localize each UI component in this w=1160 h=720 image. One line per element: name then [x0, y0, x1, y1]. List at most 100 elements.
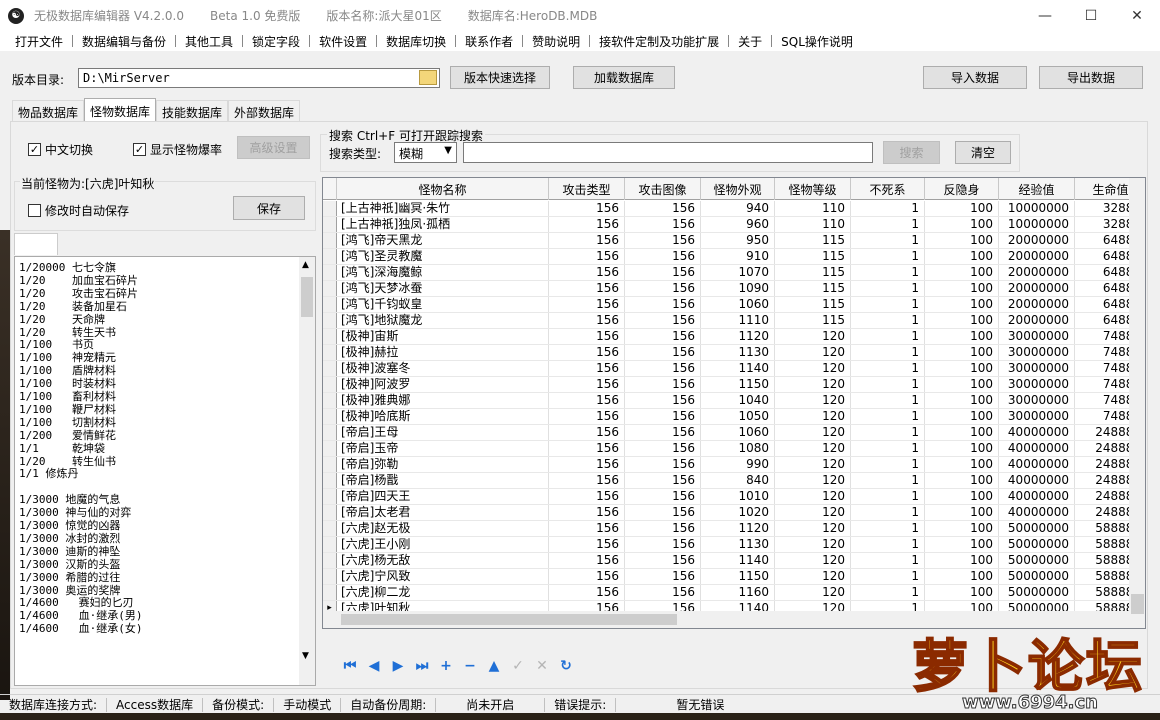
table-cell[interactable]: 990 — [701, 457, 775, 472]
close-button[interactable]: ✕ — [1114, 0, 1160, 31]
column-header[interactable]: 不死系 — [851, 178, 925, 200]
table-cell[interactable]: 100 — [925, 489, 999, 504]
table-cell[interactable]: 156 — [625, 265, 701, 280]
table-cell[interactable]: 156 — [625, 505, 701, 520]
table-row[interactable]: [帝启]四天王 156 156 1010 120 1 100 40000000 248888 — [323, 489, 1145, 505]
autosave-checkbox[interactable]: 修改时自动保存 — [28, 202, 129, 219]
table-cell[interactable]: 100 — [925, 569, 999, 584]
table-cell[interactable]: 50000000 — [999, 553, 1075, 568]
search-button[interactable]: 搜索 — [883, 141, 940, 164]
table-row[interactable]: [鸿飞]帝天黑龙 156 156 950 115 1 100 20000000 64888 — [323, 233, 1145, 249]
table-row[interactable]: [鸿飞]深海魔鲸 156 156 1070 115 1 100 20000000 64888 — [323, 265, 1145, 281]
refresh-icon[interactable]: ↻ — [556, 656, 576, 676]
table-row[interactable]: [帝启]太老君 156 156 1020 120 1 100 40000000 248888 — [323, 505, 1145, 521]
table-cell[interactable]: 115 — [775, 297, 851, 312]
table-cell[interactable]: 20000000 — [999, 265, 1075, 280]
search-input[interactable] — [463, 142, 873, 163]
table-cell[interactable]: 156 — [549, 345, 625, 360]
table-cell[interactable]: 1 — [851, 249, 925, 264]
table-cell[interactable]: 156 — [625, 329, 701, 344]
save-button[interactable]: 保存 — [233, 196, 305, 220]
table-cell[interactable]: 120 — [775, 505, 851, 520]
table-cell[interactable]: 1 — [851, 377, 925, 392]
table-cell[interactable]: 100 — [925, 361, 999, 376]
arrow-down-icon[interactable]: ▼ — [302, 651, 309, 661]
minimize-button[interactable]: — — [1022, 0, 1068, 31]
next-icon[interactable]: ▶ — [388, 656, 408, 676]
load-db-button[interactable]: 加载数据库 — [573, 66, 675, 89]
table-cell[interactable]: 156 — [625, 297, 701, 312]
table-cell[interactable]: 40000000 — [999, 425, 1075, 440]
table-cell[interactable]: 1120 — [701, 521, 775, 536]
table-cell[interactable]: 1 — [851, 553, 925, 568]
row-indicator[interactable] — [323, 201, 337, 216]
table-row[interactable]: [六虎]王小刚 156 156 1130 120 1 100 50000000 588888 — [323, 537, 1145, 553]
table-cell[interactable]: 950 — [701, 233, 775, 248]
table-cell[interactable]: 110 — [775, 201, 851, 216]
table-cell[interactable]: 120 — [775, 393, 851, 408]
table-cell[interactable]: 120 — [775, 489, 851, 504]
table-cell[interactable]: 156 — [549, 217, 625, 232]
table-cell[interactable]: 40000000 — [999, 489, 1075, 504]
table-cell[interactable]: 120 — [775, 377, 851, 392]
row-indicator[interactable] — [323, 537, 337, 552]
delete-icon[interactable]: − — [460, 656, 480, 676]
menu-item[interactable]: 锁定字段 — [243, 33, 309, 50]
table-cell[interactable]: [帝启]杨戬 — [337, 473, 549, 488]
table-cell[interactable]: 100 — [925, 473, 999, 488]
table-cell[interactable]: 50000000 — [999, 569, 1075, 584]
table-cell[interactable]: 40000000 — [999, 473, 1075, 488]
table-cell[interactable]: 156 — [549, 473, 625, 488]
quick-select-button[interactable]: 版本快速选择 — [450, 66, 550, 89]
table-cell[interactable]: 156 — [625, 569, 701, 584]
table-cell[interactable]: 40000000 — [999, 505, 1075, 520]
table-cell[interactable]: 100 — [925, 521, 999, 536]
table-cell[interactable]: 100 — [925, 297, 999, 312]
table-row[interactable]: [极神]波塞冬 156 156 1140 120 1 100 30000000 74888 — [323, 361, 1145, 377]
table-cell[interactable]: 1 — [851, 265, 925, 280]
table-cell[interactable]: 1070 — [701, 265, 775, 280]
table-cell[interactable]: 1 — [851, 505, 925, 520]
table-cell[interactable]: 1140 — [701, 553, 775, 568]
table-cell[interactable]: [帝启]玉帝 — [337, 441, 549, 456]
table-cell[interactable]: 1130 — [701, 537, 775, 552]
table-cell[interactable]: 156 — [549, 553, 625, 568]
monster-grid[interactable]: 怪物名称 攻击类型 攻击图像 怪物外观 怪物等级 不死系 反隐身 经验值 生命值 [上古神祇]幽… — [322, 177, 1146, 629]
row-indicator[interactable] — [323, 393, 337, 408]
table-cell[interactable]: 100 — [925, 585, 999, 600]
table-cell[interactable]: 156 — [549, 313, 625, 328]
table-cell[interactable]: 115 — [775, 233, 851, 248]
table-cell[interactable]: 100 — [925, 441, 999, 456]
tab-skills[interactable]: 技能数据库 — [156, 100, 229, 121]
column-header[interactable]: 攻击图像 — [625, 178, 701, 200]
edit-icon[interactable]: ▲ — [484, 656, 504, 676]
table-row[interactable]: [六虎]杨无敌 156 156 1140 120 1 100 50000000 588888 — [323, 553, 1145, 569]
table-cell[interactable]: 1 — [851, 521, 925, 536]
insert-icon[interactable]: + — [436, 656, 456, 676]
table-cell[interactable]: 40000000 — [999, 457, 1075, 472]
table-cell[interactable]: 156 — [625, 201, 701, 216]
table-cell[interactable]: 940 — [701, 201, 775, 216]
table-cell[interactable]: 156 — [549, 377, 625, 392]
menu-item[interactable]: 联系作者 — [456, 33, 522, 50]
table-cell[interactable]: 1 — [851, 585, 925, 600]
table-cell[interactable]: [极神]哈底斯 — [337, 409, 549, 424]
table-cell[interactable]: 1020 — [701, 505, 775, 520]
menu-item[interactable]: SQL操作说明 — [772, 33, 862, 50]
table-row[interactable]: [鸿飞]圣灵教魔 156 156 910 115 1 100 20000000 64888 — [323, 249, 1145, 265]
table-cell[interactable]: 100 — [925, 537, 999, 552]
tab-items[interactable]: 物品数据库 — [12, 100, 85, 121]
table-cell[interactable]: 1140 — [701, 361, 775, 376]
table-cell[interactable]: 1050 — [701, 409, 775, 424]
table-cell[interactable]: 156 — [549, 329, 625, 344]
table-cell[interactable]: 156 — [625, 457, 701, 472]
table-cell[interactable]: 120 — [775, 329, 851, 344]
table-row[interactable]: [帝启]王母 156 156 1060 120 1 100 40000000 248888 — [323, 425, 1145, 441]
table-cell[interactable]: [上古神祇]独凤·孤栖 — [337, 217, 549, 232]
table-cell[interactable]: 1 — [851, 345, 925, 360]
table-cell[interactable]: 156 — [625, 489, 701, 504]
table-cell[interactable]: 1 — [851, 361, 925, 376]
row-indicator[interactable] — [323, 425, 337, 440]
table-cell[interactable]: 156 — [625, 393, 701, 408]
table-cell[interactable]: 1150 — [701, 569, 775, 584]
